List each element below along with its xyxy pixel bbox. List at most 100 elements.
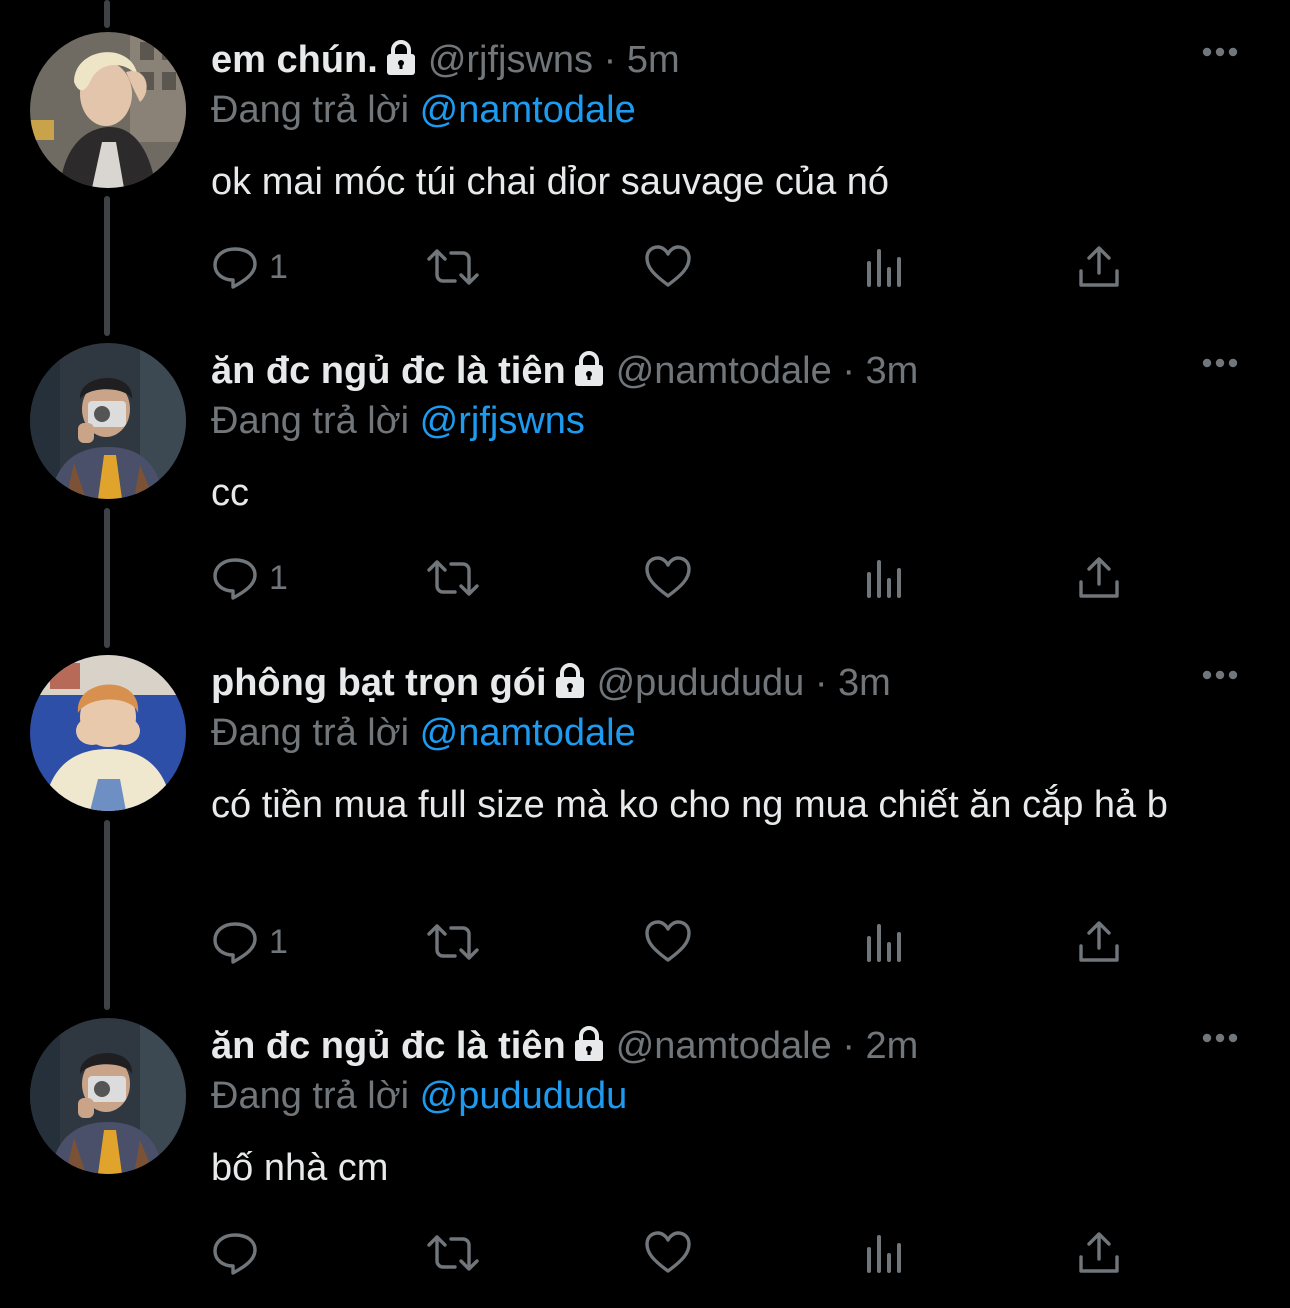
avatar[interactable] [30,32,186,188]
retweet-button[interactable] [425,917,481,967]
handle[interactable]: @pudududu [597,662,805,704]
reply-count: 1 [269,922,288,961]
share-icon [1077,554,1121,602]
like-button[interactable] [643,242,693,292]
display-name[interactable]: ăn đc ngủ đc là tiên [211,1025,566,1067]
tweet[interactable]: ăn đc ngủ đc là tiên @namtodale · 3m Đang… [0,343,1290,623]
tweet[interactable]: em chún. @rjfjswns · 5m Đang trả lời @nam… [0,32,1290,312]
analytics-icon [863,243,907,291]
retweet-icon [425,554,481,602]
retweet-icon [425,1229,481,1277]
retweet-icon [425,918,481,966]
separator-dot: · [814,662,828,704]
share-icon [1077,918,1121,966]
reply-button[interactable]: 1 [211,917,288,967]
like-button[interactable] [643,553,693,603]
reply-count: 1 [269,247,288,286]
reply-context: Đang trả lời @rjfjswns [211,398,585,444]
reply-context: Đang trả lời @pudududu [211,1073,627,1119]
reply-button[interactable]: 1 [211,242,288,292]
more-icon[interactable] [1200,353,1240,373]
heart-icon [643,554,693,602]
analytics-button[interactable] [863,917,907,967]
lock-icon [553,663,587,710]
display-name[interactable]: phông bạt trọn gói [211,662,547,704]
heart-icon [643,918,693,966]
lock-icon [384,40,418,87]
timestamp[interactable]: 2m [866,1025,919,1067]
handle[interactable]: @namtodale [616,1025,832,1067]
tweet-header: em chún. @rjfjswns · 5m [211,37,1170,83]
share-button[interactable] [1077,553,1121,603]
handle[interactable]: @namtodale [616,350,832,392]
timestamp[interactable]: 3m [838,662,891,704]
heart-icon [643,1229,693,1277]
tweet-actions: 1 [211,553,1131,603]
reply-count: 1 [269,558,288,597]
reply-icon [211,554,259,602]
reply-context: Đang trả lời @namtodale [211,87,636,133]
tweet-header: ăn đc ngủ đc là tiên @namtodale · 3m [211,348,1170,394]
tweet-actions [211,1228,1131,1278]
separator-dot: · [603,39,617,81]
share-button[interactable] [1077,917,1121,967]
lock-icon [572,1026,606,1073]
display-name[interactable]: em chún. [211,39,378,81]
reply-prefix: Đang trả lời [211,1075,410,1117]
tweet-header: phông bạt trọn gói @pudududu · 3m [211,660,1170,706]
retweet-button[interactable] [425,553,481,603]
tweet-actions: 1 [211,242,1131,292]
reply-prefix: Đang trả lời [211,89,410,131]
share-button[interactable] [1077,242,1121,292]
share-icon [1077,1229,1121,1277]
share-button[interactable] [1077,1228,1121,1278]
separator-dot: · [842,1025,855,1067]
avatar[interactable] [30,343,186,499]
analytics-icon [863,554,907,602]
handle[interactable]: @rjfjswns [428,39,593,81]
thread-line [104,0,110,28]
reply-prefix: Đang trả lời [211,400,410,442]
analytics-icon [863,1229,907,1277]
avatar[interactable] [30,1018,186,1174]
reply-prefix: Đang trả lời [211,712,410,754]
display-name[interactable]: ăn đc ngủ đc là tiên [211,350,566,392]
timestamp[interactable]: 5m [627,39,680,81]
analytics-button[interactable] [863,242,907,292]
reply-to-handle[interactable]: @namtodale [420,712,636,754]
like-button[interactable] [643,1228,693,1278]
reply-context: Đang trả lời @namtodale [211,710,636,756]
reply-to-handle[interactable]: @namtodale [420,89,636,131]
reply-to-handle[interactable]: @pudududu [420,1075,628,1117]
reply-icon [211,243,259,291]
like-button[interactable] [643,917,693,967]
more-icon[interactable] [1200,1028,1240,1048]
reply-to-handle[interactable]: @rjfjswns [420,400,585,442]
more-icon[interactable] [1200,665,1240,685]
retweet-button[interactable] [425,1228,481,1278]
heart-icon [643,243,693,291]
share-icon [1077,243,1121,291]
analytics-icon [863,918,907,966]
analytics-button[interactable] [863,553,907,603]
reply-icon [211,1229,259,1277]
avatar[interactable] [30,655,186,811]
analytics-button[interactable] [863,1228,907,1278]
reply-button[interactable] [211,1228,269,1278]
separator-dot: · [842,350,855,392]
lock-icon [572,351,606,398]
tweet[interactable]: phông bạt trọn gói @pudududu · 3m Đang tr… [0,655,1290,975]
retweet-icon [425,243,481,291]
retweet-button[interactable] [425,242,481,292]
more-icon[interactable] [1200,42,1240,62]
timestamp[interactable]: 3m [866,350,919,392]
tweet[interactable]: ăn đc ngủ đc là tiên @namtodale · 2m Đang… [0,1018,1290,1308]
reply-button[interactable]: 1 [211,553,288,603]
tweet-text: bố nhà cm [211,1147,389,1189]
tweet-header: ăn đc ngủ đc là tiên @namtodale · 2m [211,1023,1170,1069]
tweet-text: cc [211,472,249,514]
tweet-actions: 1 [211,917,1131,967]
tweet-text: có tiền mua full size mà ko cho ng mua c… [211,784,1168,826]
reply-icon [211,918,259,966]
tweet-text: ok mai móc túi chai dỉor sauvage của nó [211,161,890,203]
